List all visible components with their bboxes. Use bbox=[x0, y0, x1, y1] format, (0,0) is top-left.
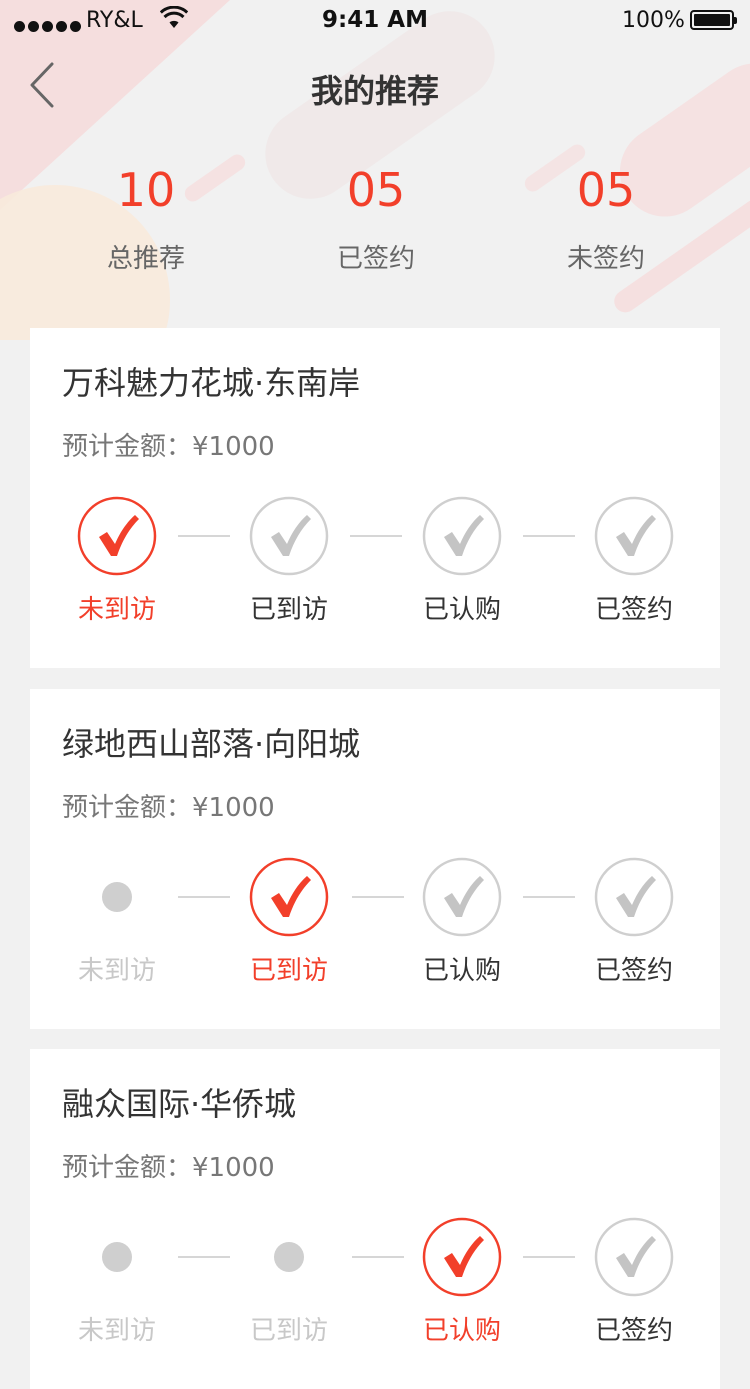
step-connector bbox=[178, 896, 230, 898]
check-circle-icon bbox=[594, 1217, 674, 1297]
check-circle-icon bbox=[422, 496, 502, 576]
battery-icon bbox=[690, 10, 737, 30]
stat-total-label: 总推荐 bbox=[106, 244, 185, 274]
step-icon bbox=[249, 1217, 329, 1297]
step-connector bbox=[523, 535, 575, 537]
recommendation-card[interactable]: 融众国际·华侨城 预计金额：¥1000 未到访 已到访 已认购 已签约 bbox=[30, 1049, 720, 1389]
check-circle-icon bbox=[77, 496, 157, 576]
step-icon bbox=[77, 1217, 157, 1297]
step-connector bbox=[178, 1256, 230, 1258]
step-label: 已认购 bbox=[422, 1316, 501, 1346]
stat-total[interactable]: 10 总推荐 bbox=[31, 160, 261, 275]
step-signed: 已签约 bbox=[574, 1217, 694, 1347]
status-bar: RY&L 9:41 AM 100% bbox=[0, 0, 750, 40]
completed-dot-icon bbox=[102, 882, 132, 912]
step-label: 未到访 bbox=[77, 956, 156, 986]
battery-percent: 100% bbox=[622, 8, 685, 33]
step-label: 已签约 bbox=[594, 1316, 673, 1346]
step-connector bbox=[178, 535, 230, 537]
step-not-visited: 未到访 bbox=[57, 857, 177, 987]
step-visited: 已到访 bbox=[229, 496, 349, 626]
step-label: 未到访 bbox=[77, 595, 156, 625]
step-label: 已签约 bbox=[594, 595, 673, 625]
step-connector bbox=[523, 896, 575, 898]
step-label: 已到访 bbox=[249, 595, 328, 625]
stat-unsigned-label: 未签约 bbox=[566, 244, 645, 274]
step-label: 已签约 bbox=[594, 956, 673, 986]
step-label: 已到访 bbox=[249, 1316, 328, 1346]
step-not-visited: 未到访 bbox=[57, 1217, 177, 1347]
stat-total-value: 10 bbox=[116, 163, 176, 217]
stats-summary: 10 总推荐 05 已签约 05 未签约 bbox=[0, 160, 750, 290]
step-label: 已认购 bbox=[422, 956, 501, 986]
recommendation-card[interactable]: 万科魅力花城·东南岸 预计金额：¥1000 未到访 已到访 已认购 已签约 bbox=[30, 328, 720, 668]
step-visited: 已到访 bbox=[229, 1217, 349, 1347]
check-circle-icon bbox=[422, 1217, 502, 1297]
check-circle-icon bbox=[249, 857, 329, 937]
step-visited: 已到访 bbox=[229, 857, 349, 987]
step-icon bbox=[422, 1217, 502, 1297]
step-icon bbox=[422, 857, 502, 937]
step-icon bbox=[594, 857, 674, 937]
project-name: 万科魅力花城·东南岸 bbox=[62, 364, 361, 402]
completed-dot-icon bbox=[274, 1242, 304, 1272]
step-icon bbox=[422, 496, 502, 576]
estimated-amount: 预计金额：¥1000 bbox=[62, 1153, 275, 1183]
step-icon bbox=[77, 496, 157, 576]
step-label: 已到访 bbox=[249, 956, 328, 986]
step-subscribed: 已认购 bbox=[402, 1217, 522, 1347]
step-icon bbox=[594, 496, 674, 576]
step-icon bbox=[249, 857, 329, 937]
page-title: 我的推荐 bbox=[310, 72, 439, 110]
step-signed: 已签约 bbox=[574, 857, 694, 987]
step-connector bbox=[352, 1256, 404, 1258]
stat-signed-value: 05 bbox=[346, 163, 406, 217]
navigation-bar: 我的推荐 bbox=[0, 40, 750, 130]
step-label: 已认购 bbox=[422, 595, 501, 625]
stat-signed[interactable]: 05 已签约 bbox=[261, 160, 491, 275]
check-circle-icon bbox=[249, 496, 329, 576]
step-signed: 已签约 bbox=[574, 496, 694, 626]
check-circle-icon bbox=[422, 857, 502, 937]
project-name: 绿地西山部落·向阳城 bbox=[62, 725, 361, 763]
completed-dot-icon bbox=[102, 1242, 132, 1272]
step-not-visited: 未到访 bbox=[57, 496, 177, 626]
step-label: 未到访 bbox=[77, 1316, 156, 1346]
step-subscribed: 已认购 bbox=[402, 857, 522, 987]
step-icon bbox=[594, 1217, 674, 1297]
stat-unsigned-value: 05 bbox=[576, 163, 636, 217]
step-subscribed: 已认购 bbox=[402, 496, 522, 626]
stat-signed-label: 已签约 bbox=[336, 244, 415, 274]
estimated-amount: 预计金额：¥1000 bbox=[62, 793, 275, 823]
step-icon bbox=[77, 857, 157, 937]
recommendation-card[interactable]: 绿地西山部落·向阳城 预计金额：¥1000 未到访 已到访 已认购 已签约 bbox=[30, 689, 720, 1029]
step-icon bbox=[249, 496, 329, 576]
project-name: 融众国际·华侨城 bbox=[62, 1085, 297, 1123]
estimated-amount: 预计金额：¥1000 bbox=[62, 432, 275, 462]
check-circle-icon bbox=[594, 496, 674, 576]
step-connector bbox=[350, 535, 402, 537]
step-connector bbox=[523, 1256, 575, 1258]
step-connector bbox=[352, 896, 404, 898]
check-circle-icon bbox=[594, 857, 674, 937]
stat-unsigned[interactable]: 05 未签约 bbox=[491, 160, 721, 275]
